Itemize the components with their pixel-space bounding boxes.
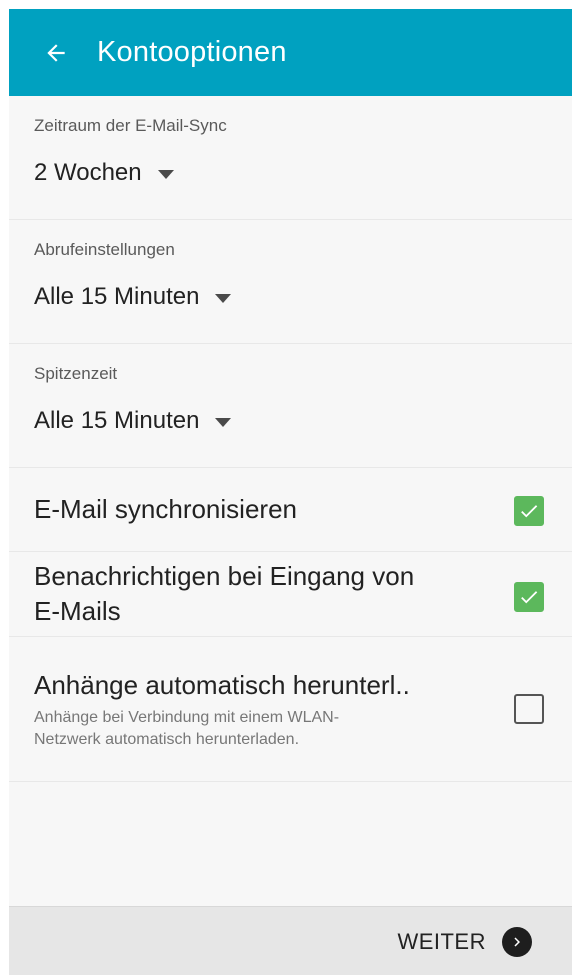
notify-row[interactable]: Benachrichtigen bei Eingang von E-Mails bbox=[9, 552, 572, 637]
notify-label-line2: E-Mails bbox=[34, 596, 121, 626]
sync-period-setting: Zeitraum der E-Mail-Sync 2 Wochen bbox=[9, 96, 572, 220]
chevron-right-circle-icon bbox=[502, 926, 532, 957]
peak-time-value: Alle 15 Minuten bbox=[34, 407, 200, 434]
fetch-settings-value: Alle 15 Minuten bbox=[34, 283, 200, 310]
footer-bar: WEITER bbox=[9, 906, 572, 975]
fetch-settings-label: Abrufeinstellungen bbox=[34, 240, 175, 259]
page-title: Kontooptionen bbox=[97, 36, 287, 68]
dropdown-caret-icon bbox=[215, 293, 232, 303]
peak-time-setting: Spitzenzeit Alle 15 Minuten bbox=[9, 344, 572, 468]
sync-period-value: 2 Wochen bbox=[34, 159, 142, 186]
notify-label: Benachrichtigen bei Eingang von E-Mails bbox=[34, 559, 414, 629]
next-button[interactable]: WEITER bbox=[397, 907, 532, 975]
sync-period-dropdown[interactable]: 2 Wochen bbox=[34, 159, 174, 187]
peak-time-label: Spitzenzeit bbox=[34, 364, 118, 383]
dropdown-caret-icon bbox=[215, 417, 232, 427]
next-button-label: WEITER bbox=[397, 928, 486, 954]
sync-email-checkbox[interactable] bbox=[514, 496, 544, 526]
sync-period-label: Zeitraum der E-Mail-Sync bbox=[34, 116, 227, 135]
checkmark-icon bbox=[521, 591, 538, 604]
auto-download-label: Anhänge automatisch herunterl.. bbox=[34, 670, 410, 700]
app-bar: Kontooptionen bbox=[9, 9, 572, 96]
sync-email-label: E-Mail synchronisieren bbox=[34, 494, 297, 524]
auto-download-row[interactable]: Anhänge automatisch herunterl.. Anhänge … bbox=[9, 637, 572, 782]
notify-label-line1: Benachrichtigen bei Eingang von bbox=[34, 561, 415, 591]
peak-time-dropdown[interactable]: Alle 15 Minuten bbox=[34, 407, 232, 435]
sync-email-row[interactable]: E-Mail synchronisieren bbox=[9, 468, 572, 552]
checkmark-icon bbox=[521, 505, 538, 518]
fetch-settings-dropdown[interactable]: Alle 15 Minuten bbox=[34, 283, 232, 311]
auto-download-description-line1: Anhänge bei Verbindung mit einem WLAN- bbox=[34, 709, 340, 726]
account-options-screen: Kontooptionen Zeitraum der E-Mail-Sync 2… bbox=[9, 9, 572, 975]
settings-list: Zeitraum der E-Mail-Sync 2 Wochen Abrufe… bbox=[9, 96, 572, 782]
auto-download-description: Anhänge bei Verbindung mit einem WLAN- N… bbox=[34, 707, 444, 751]
auto-download-checkbox[interactable] bbox=[514, 694, 544, 724]
fetch-settings-setting: Abrufeinstellungen Alle 15 Minuten bbox=[9, 220, 572, 344]
dropdown-caret-icon bbox=[157, 169, 174, 179]
auto-download-description-line2: Netzwerk automatisch herunterladen. bbox=[34, 731, 300, 748]
notify-checkbox[interactable] bbox=[514, 582, 544, 612]
arrow-left-icon bbox=[47, 43, 65, 62]
back-button[interactable] bbox=[39, 36, 73, 70]
